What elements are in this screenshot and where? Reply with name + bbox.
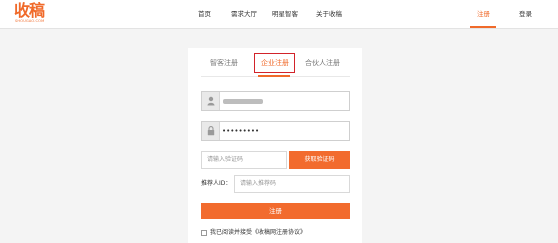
get-code-button[interactable]: 获取验证码	[289, 151, 350, 169]
nav-about[interactable]: 关于收稿	[316, 9, 342, 19]
referrer-input[interactable]: 请输入推荐码	[234, 175, 350, 193]
nav-star-experts[interactable]: 明星智客	[272, 9, 298, 19]
tab-expert-register[interactable]: 智客注册	[210, 57, 238, 69]
nav-active-indicator	[470, 26, 496, 28]
username-field[interactable]	[201, 91, 350, 111]
password-value: •••••••••	[222, 127, 260, 135]
tab-partner-register[interactable]: 合伙人注册	[305, 57, 340, 69]
nav-register[interactable]: 注册	[477, 9, 490, 19]
user-icon	[202, 92, 220, 110]
top-navigation-bar: 收稿 SHOUGAO.COM 首页 需求大厅 明星智客 关于收稿 注册 登录	[0, 0, 558, 29]
site-logo[interactable]: 收稿 SHOUGAO.COM	[14, 2, 48, 26]
nav-login[interactable]: 登录	[519, 9, 532, 19]
logo-text: 收稿	[14, 1, 45, 20]
username-value-blurred	[223, 99, 263, 104]
register-submit-button[interactable]: 注册	[201, 203, 350, 219]
lock-icon	[202, 122, 220, 140]
agreement-text[interactable]: 我已阅读并接受《收稿网注册协议》	[210, 229, 306, 237]
nav-home[interactable]: 首页	[198, 9, 211, 19]
agreement-checkbox[interactable]	[201, 230, 207, 236]
tab-active-underline	[258, 75, 290, 77]
logo-subtext: SHOUGAO.COM	[15, 19, 45, 23]
referrer-label: 推荐人ID：	[201, 180, 232, 187]
tab-company-register[interactable]: 企业注册	[261, 57, 289, 69]
nav-demand-hall[interactable]: 需求大厅	[231, 9, 257, 19]
verification-code-input[interactable]: 请输入验证码	[201, 151, 287, 169]
password-field[interactable]: •••••••••	[201, 121, 350, 141]
